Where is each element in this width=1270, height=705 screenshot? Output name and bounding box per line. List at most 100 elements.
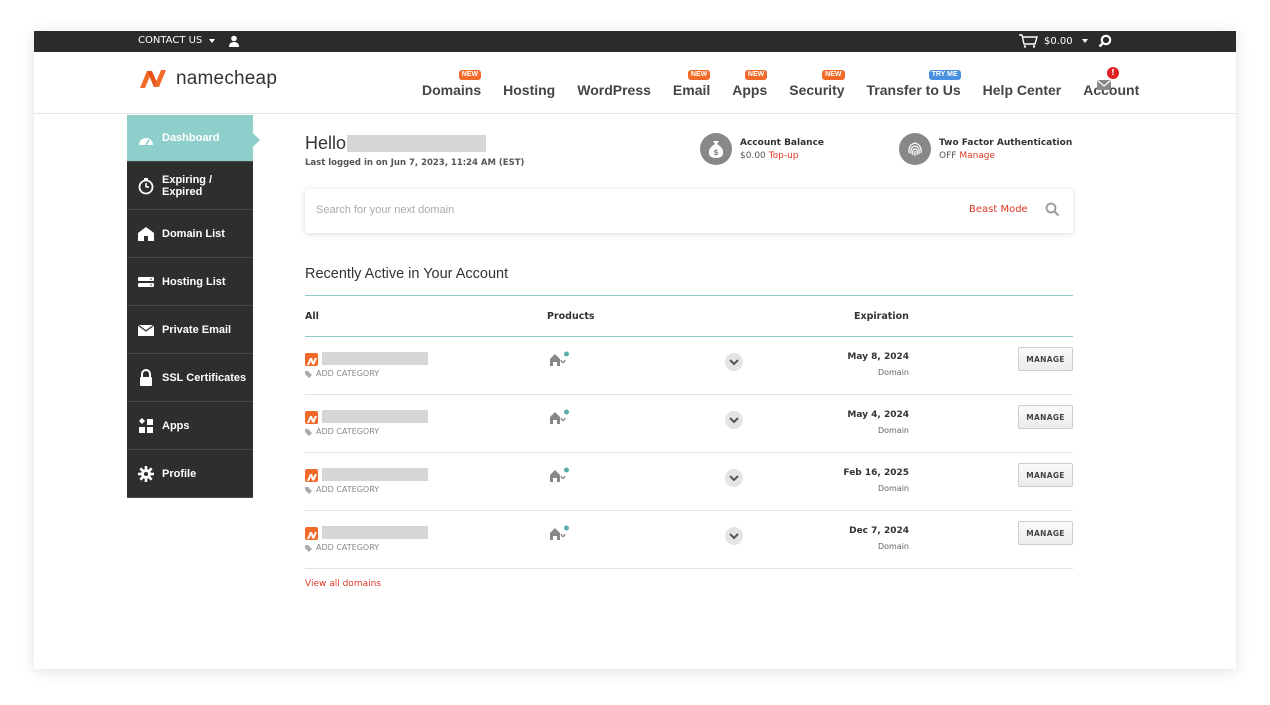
chevron-down-icon	[209, 38, 216, 43]
manage-button[interactable]: MANAGE	[1018, 347, 1073, 371]
envelope-icon[interactable]	[1096, 78, 1112, 92]
stopwatch-icon	[137, 177, 155, 195]
column-header-expiration: Expiration	[854, 311, 909, 322]
nav-item-domains[interactable]: Domains NEW	[422, 70, 482, 98]
gauge-icon	[137, 132, 155, 150]
add-category-link[interactable]: ADD CATEGORY	[305, 543, 379, 552]
table-row: ADD CATEGORY May 4, 2024 Domain MANAGE	[305, 395, 1073, 453]
domain-search-input[interactable]	[316, 204, 936, 216]
top-up-link[interactable]: Top-up	[769, 151, 799, 161]
sidebar-item-dashboard[interactable]: Dashboard	[127, 115, 260, 162]
column-header-products: Products	[547, 311, 595, 322]
beast-mode-link[interactable]: Beast Mode	[969, 204, 1028, 215]
manage-button[interactable]: MANAGE	[1018, 463, 1073, 487]
add-category-link[interactable]: ADD CATEGORY	[305, 369, 379, 378]
manage-button[interactable]: MANAGE	[1018, 405, 1073, 429]
lock-icon	[137, 368, 155, 387]
redacted-domain-name	[322, 410, 428, 423]
redacted-domain-name	[322, 526, 428, 539]
search-icon[interactable]	[1045, 202, 1060, 217]
redacted-domain-name	[322, 468, 428, 481]
two-factor-title: Two Factor Authentication	[939, 138, 1073, 148]
tag-icon	[305, 370, 312, 378]
greeting-hello: Hello	[305, 133, 347, 153]
expiration-date: May 4, 2024	[847, 410, 909, 420]
add-category-link[interactable]: ADD CATEGORY	[305, 485, 379, 494]
nav-item-label: Help Center	[982, 82, 1062, 98]
nav-item-transfer-to-us[interactable]: Transfer to Us TRY ME	[866, 70, 961, 98]
nav-item-hosting[interactable]: Hosting	[503, 72, 555, 98]
user-icon[interactable]	[228, 35, 240, 47]
redacted-username	[347, 135, 486, 152]
gear-icon	[137, 465, 155, 483]
top-utility-bar: CONTACT US $0.00	[34, 31, 1236, 52]
namecheap-logo-icon	[140, 70, 166, 88]
app-window: CONTACT US $0.00 namecheap Domains NEW H…	[34, 31, 1236, 669]
manage-button[interactable]: MANAGE	[1018, 521, 1073, 545]
sidebar-item-label: Expiring / Expired	[162, 173, 213, 198]
recent-activity-title: Recently Active in Your Account	[305, 266, 509, 282]
contact-us-dropdown[interactable]: CONTACT US	[138, 35, 216, 46]
expand-row-button[interactable]	[725, 353, 743, 371]
sidebar-item-profile[interactable]: Profile	[127, 450, 253, 498]
domain-product-icon	[550, 351, 569, 366]
product-type: Domain	[877, 542, 909, 551]
domain-product-icon	[550, 467, 569, 482]
add-category-link[interactable]: ADD CATEGORY	[305, 427, 379, 436]
two-factor-widget: Two Factor Authentication OFF Manage	[899, 133, 1072, 165]
sidebar-item-hosting-list[interactable]: Hosting List	[127, 258, 253, 306]
nav-item-wordpress[interactable]: WordPress	[577, 72, 651, 98]
chevron-down-icon	[729, 416, 739, 423]
envelope-icon	[137, 321, 155, 339]
account-balance-amount: $0.00	[740, 151, 766, 161]
section-divider	[305, 295, 1073, 296]
sidebar-item-label: Apps	[162, 419, 190, 432]
chevron-down-icon	[1081, 39, 1088, 43]
sidebar-nav: Dashboard Expiring / Expired Domain List Ho…	[127, 115, 260, 498]
expand-row-button[interactable]	[725, 469, 743, 487]
notification-badge: !	[1107, 67, 1119, 79]
sidebar-item-label: SSL Certificates	[162, 371, 247, 384]
chevron-down-icon	[729, 358, 739, 365]
product-type: Domain	[877, 368, 909, 377]
two-factor-manage-link[interactable]: Manage	[959, 151, 995, 161]
sidebar-item-apps[interactable]: Apps	[127, 402, 253, 450]
nav-item-apps[interactable]: Apps NEW	[732, 70, 768, 98]
tag-icon	[305, 428, 312, 436]
expiration-date: Feb 16, 2025	[843, 468, 909, 478]
sidebar-item-expiring-expired[interactable]: Expiring / Expired	[127, 162, 253, 210]
namecheap-favicon-icon	[305, 469, 318, 482]
namecheap-favicon-icon	[305, 527, 318, 540]
domain-search-box: Beast Mode	[305, 189, 1073, 233]
search-icon[interactable]	[1098, 34, 1112, 48]
chevron-down-icon	[729, 474, 739, 481]
sidebar-item-domain-list[interactable]: Domain List	[127, 210, 253, 258]
account-balance-title: Account Balance	[740, 138, 825, 148]
table-row: ADD CATEGORY May 8, 2024 Domain MANAGE	[305, 337, 1073, 395]
cart-dropdown[interactable]: $0.00	[1018, 34, 1088, 48]
nav-item-label: WordPress	[577, 82, 651, 98]
sidebar-item-label: Hosting List	[162, 275, 226, 288]
nav-badge: TRY ME	[928, 70, 961, 80]
nav-item-help-center[interactable]: Help Center	[983, 72, 1062, 98]
server-icon	[137, 273, 155, 291]
expand-row-button[interactable]	[725, 527, 743, 545]
view-all-domains-link[interactable]: View all domains	[305, 579, 381, 589]
nav-item-security[interactable]: Security NEW	[789, 70, 845, 98]
nav-item-label: Transfer to Us	[866, 82, 961, 98]
house-icon	[137, 225, 155, 243]
expiration-date: Dec 7, 2024	[849, 526, 909, 536]
sidebar-item-private-email[interactable]: Private Email	[127, 306, 253, 354]
nav-item-email[interactable]: Email NEW	[673, 70, 711, 98]
main-nav: Domains NEW Hosting WordPress Email NEW Apps NE…	[422, 70, 1161, 98]
sidebar-item-ssl-certificates[interactable]: SSL Certificates	[127, 354, 253, 402]
add-category-label: ADD CATEGORY	[316, 427, 380, 436]
column-header-all[interactable]: All	[305, 311, 319, 322]
fingerprint-icon	[899, 133, 931, 165]
expand-row-button[interactable]	[725, 411, 743, 429]
add-category-label: ADD CATEGORY	[316, 369, 380, 378]
namecheap-logo[interactable]: namecheap	[138, 68, 277, 90]
sidebar-item-label: Profile	[162, 467, 197, 480]
namecheap-favicon-icon	[305, 411, 318, 424]
sidebar-item-label: Domain List	[162, 227, 225, 240]
